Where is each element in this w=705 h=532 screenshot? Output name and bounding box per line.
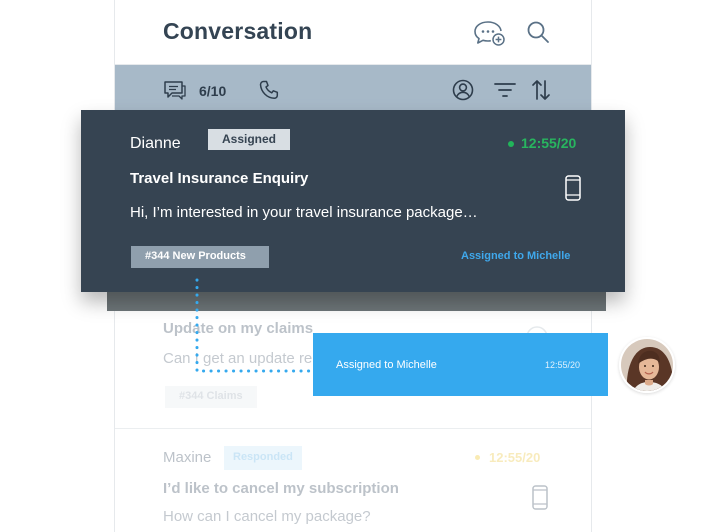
online-dot <box>508 141 514 147</box>
mobile-icon <box>565 175 581 201</box>
phone-icon[interactable] <box>259 80 279 100</box>
card-shadow <box>107 291 606 311</box>
contact-name: Dianne <box>130 135 181 152</box>
conversation-preview: Hi, I’m interested in your travel insura… <box>130 204 478 221</box>
page-title: Conversation <box>163 18 313 44</box>
conversation-time: 12:55/20 <box>489 450 541 465</box>
panel-header: Conversation <box>115 0 591 65</box>
conversation-title: I’d like to cancel my subscription <box>163 480 399 497</box>
user-circle-icon[interactable] <box>452 79 474 101</box>
chat-icon[interactable] <box>163 80 187 100</box>
conversation-time: 12:55/20 <box>521 135 577 151</box>
notification-text: Assigned to Michelle <box>336 359 437 371</box>
toolbar: 6/10 <box>115 65 591 115</box>
notification-time: 12:55/20 <box>545 360 581 370</box>
active-conversation-card[interactable]: Dianne Assigned 12:55/20 Travel Insuranc… <box>81 110 625 292</box>
conversation-title: Travel Insurance Enquiry <box>130 170 309 187</box>
assigned-to-link[interactable]: Assigned to Michelle <box>461 250 570 262</box>
assignment-notification[interactable]: Assigned to Michelle 12:55/20 <box>313 333 608 396</box>
search-icon[interactable] <box>526 20 550 44</box>
conversation-preview: How can I cancel my package? <box>163 508 371 525</box>
new-chat-icon[interactable] <box>473 19 507 47</box>
status-badge: Assigned <box>208 129 291 150</box>
tag-claims[interactable]: #344 Claims <box>165 386 257 408</box>
agent-avatar <box>619 337 675 393</box>
mobile-icon <box>532 485 548 510</box>
sort-icon[interactable] <box>531 79 551 101</box>
filter-icon[interactable] <box>494 82 516 98</box>
conversation-count: 6/10 <box>199 83 227 99</box>
pending-dot <box>475 455 480 460</box>
divider <box>115 428 591 429</box>
status-badge: Responded <box>224 446 302 470</box>
connector-line <box>195 278 316 373</box>
tag-new-products[interactable]: #344 New Products <box>131 246 269 268</box>
contact-name: Maxine <box>163 449 212 466</box>
